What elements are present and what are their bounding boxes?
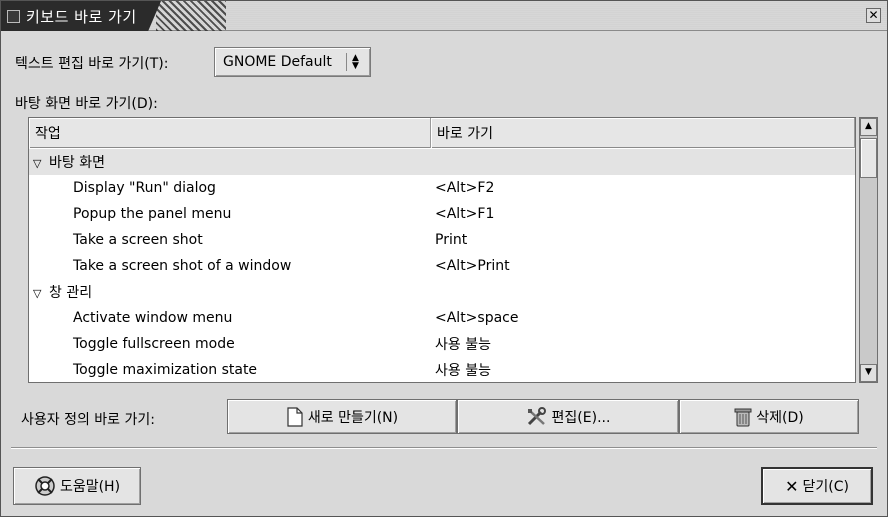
delete-shortcut-button[interactable]: 삭제(D)	[679, 399, 859, 434]
custom-shortcuts-label: 사용자 정의 바로 가기:	[21, 412, 155, 428]
tree-group-row[interactable]: ▽ 창 관리	[29, 279, 855, 305]
text-edit-shortcuts-combo[interactable]: GNOME Default ▲ ▼	[214, 47, 371, 77]
tree-row[interactable]: Activate window menu <Alt>space	[29, 305, 855, 331]
close-icon[interactable]: ✕	[866, 8, 881, 23]
trash-icon	[734, 407, 752, 427]
window-menu-icon[interactable]	[7, 9, 20, 23]
shortcut-cell: <Alt>space	[435, 310, 519, 326]
action-cell: Take a screen shot	[73, 232, 203, 248]
edit-shortcut-button[interactable]: 편집(E)...	[457, 399, 679, 434]
new-button-label: 새로 만들기(N)	[307, 409, 399, 426]
new-shortcut-button[interactable]: 새로 만들기(N)	[227, 399, 457, 434]
help-button[interactable]: 도움말(H)	[13, 467, 141, 505]
title-decoration	[156, 1, 226, 31]
help-lifebuoy-icon	[34, 475, 56, 497]
close-button[interactable]: ✕ 닫기(C)	[761, 467, 873, 505]
title-tab: 키보드 바로 가기	[1, 1, 161, 31]
help-button-label: 도움말(H)	[59, 479, 121, 495]
shortcut-cell: 사용 불능	[435, 363, 491, 379]
action-cell: Popup the panel menu	[73, 206, 232, 222]
action-cell: Take a screen shot of a window	[73, 258, 292, 274]
column-header-action[interactable]: 작업	[29, 118, 431, 148]
tree-group-row[interactable]: ▽ 바탕 화면	[29, 149, 855, 175]
tree-row[interactable]: Popup the panel menu <Alt>F1	[29, 201, 855, 227]
scroll-thumb[interactable]	[860, 138, 877, 178]
tree-row[interactable]: Display "Run" dialog <Alt>F2	[29, 175, 855, 201]
keyboard-shortcuts-dialog: 키보드 바로 가기 ✕ 텍스트 편집 바로 가기(T): GNOME Defau…	[0, 0, 888, 517]
tree-row[interactable]: Take a screen shot of a window <Alt>Prin…	[29, 253, 855, 279]
delete-button-label: 삭제(D)	[756, 409, 804, 426]
column-header-shortcut[interactable]: 바로 가기	[431, 118, 855, 148]
shortcut-cell: <Alt>F1	[435, 206, 495, 222]
close-x-icon: ✕	[785, 476, 799, 496]
tree-row[interactable]: Take a screen shot Print	[29, 227, 855, 253]
updown-arrow-icon: ▲ ▼	[346, 53, 364, 71]
expander-icon[interactable]: ▽	[33, 287, 49, 300]
scroll-up-icon[interactable]: ▲	[860, 118, 877, 136]
tree-row[interactable]: Toggle fullscreen mode 사용 불능	[29, 331, 855, 357]
action-cell: Toggle maximization state	[73, 362, 258, 378]
action-cell: Display "Run" dialog	[73, 180, 216, 196]
vertical-scrollbar[interactable]: ▲ ▼	[859, 117, 878, 383]
tree-row[interactable]: Toggle maximization state 사용 불능	[29, 357, 855, 382]
shortcut-tree: 작업 바로 가기 ▽ 바탕 화면 Display "Run" dialog <Al…	[28, 117, 856, 383]
close-button-label: 닫기(C)	[802, 479, 849, 495]
shortcut-cell: <Alt>Print	[435, 258, 510, 274]
shortcut-cell: Print	[435, 232, 468, 248]
edit-button-label: 편집(E)...	[551, 409, 611, 426]
new-document-icon	[286, 406, 304, 427]
text-edit-shortcuts-label: 텍스트 편집 바로 가기(T):	[15, 56, 169, 72]
group-label: 바탕 화면	[49, 155, 105, 171]
separator	[11, 447, 877, 449]
group-label: 창 관리	[49, 285, 93, 301]
action-cell: Activate window menu	[73, 310, 233, 326]
title-bar[interactable]: 키보드 바로 가기 ✕	[1, 1, 887, 31]
scroll-down-icon[interactable]: ▼	[860, 364, 877, 382]
shortcut-cell: <Alt>F2	[435, 180, 495, 196]
desktop-shortcuts-label: 바탕 화면 바로 가기(D):	[15, 96, 158, 112]
shortcut-cell: 사용 불능	[435, 337, 491, 353]
tools-icon	[526, 406, 548, 427]
window-title: 키보드 바로 가기	[26, 7, 137, 26]
action-cell: Toggle fullscreen mode	[73, 336, 235, 352]
expander-icon[interactable]: ▽	[33, 157, 49, 170]
tree-header: 작업 바로 가기	[29, 118, 855, 148]
combo-value: GNOME Default	[223, 54, 332, 70]
